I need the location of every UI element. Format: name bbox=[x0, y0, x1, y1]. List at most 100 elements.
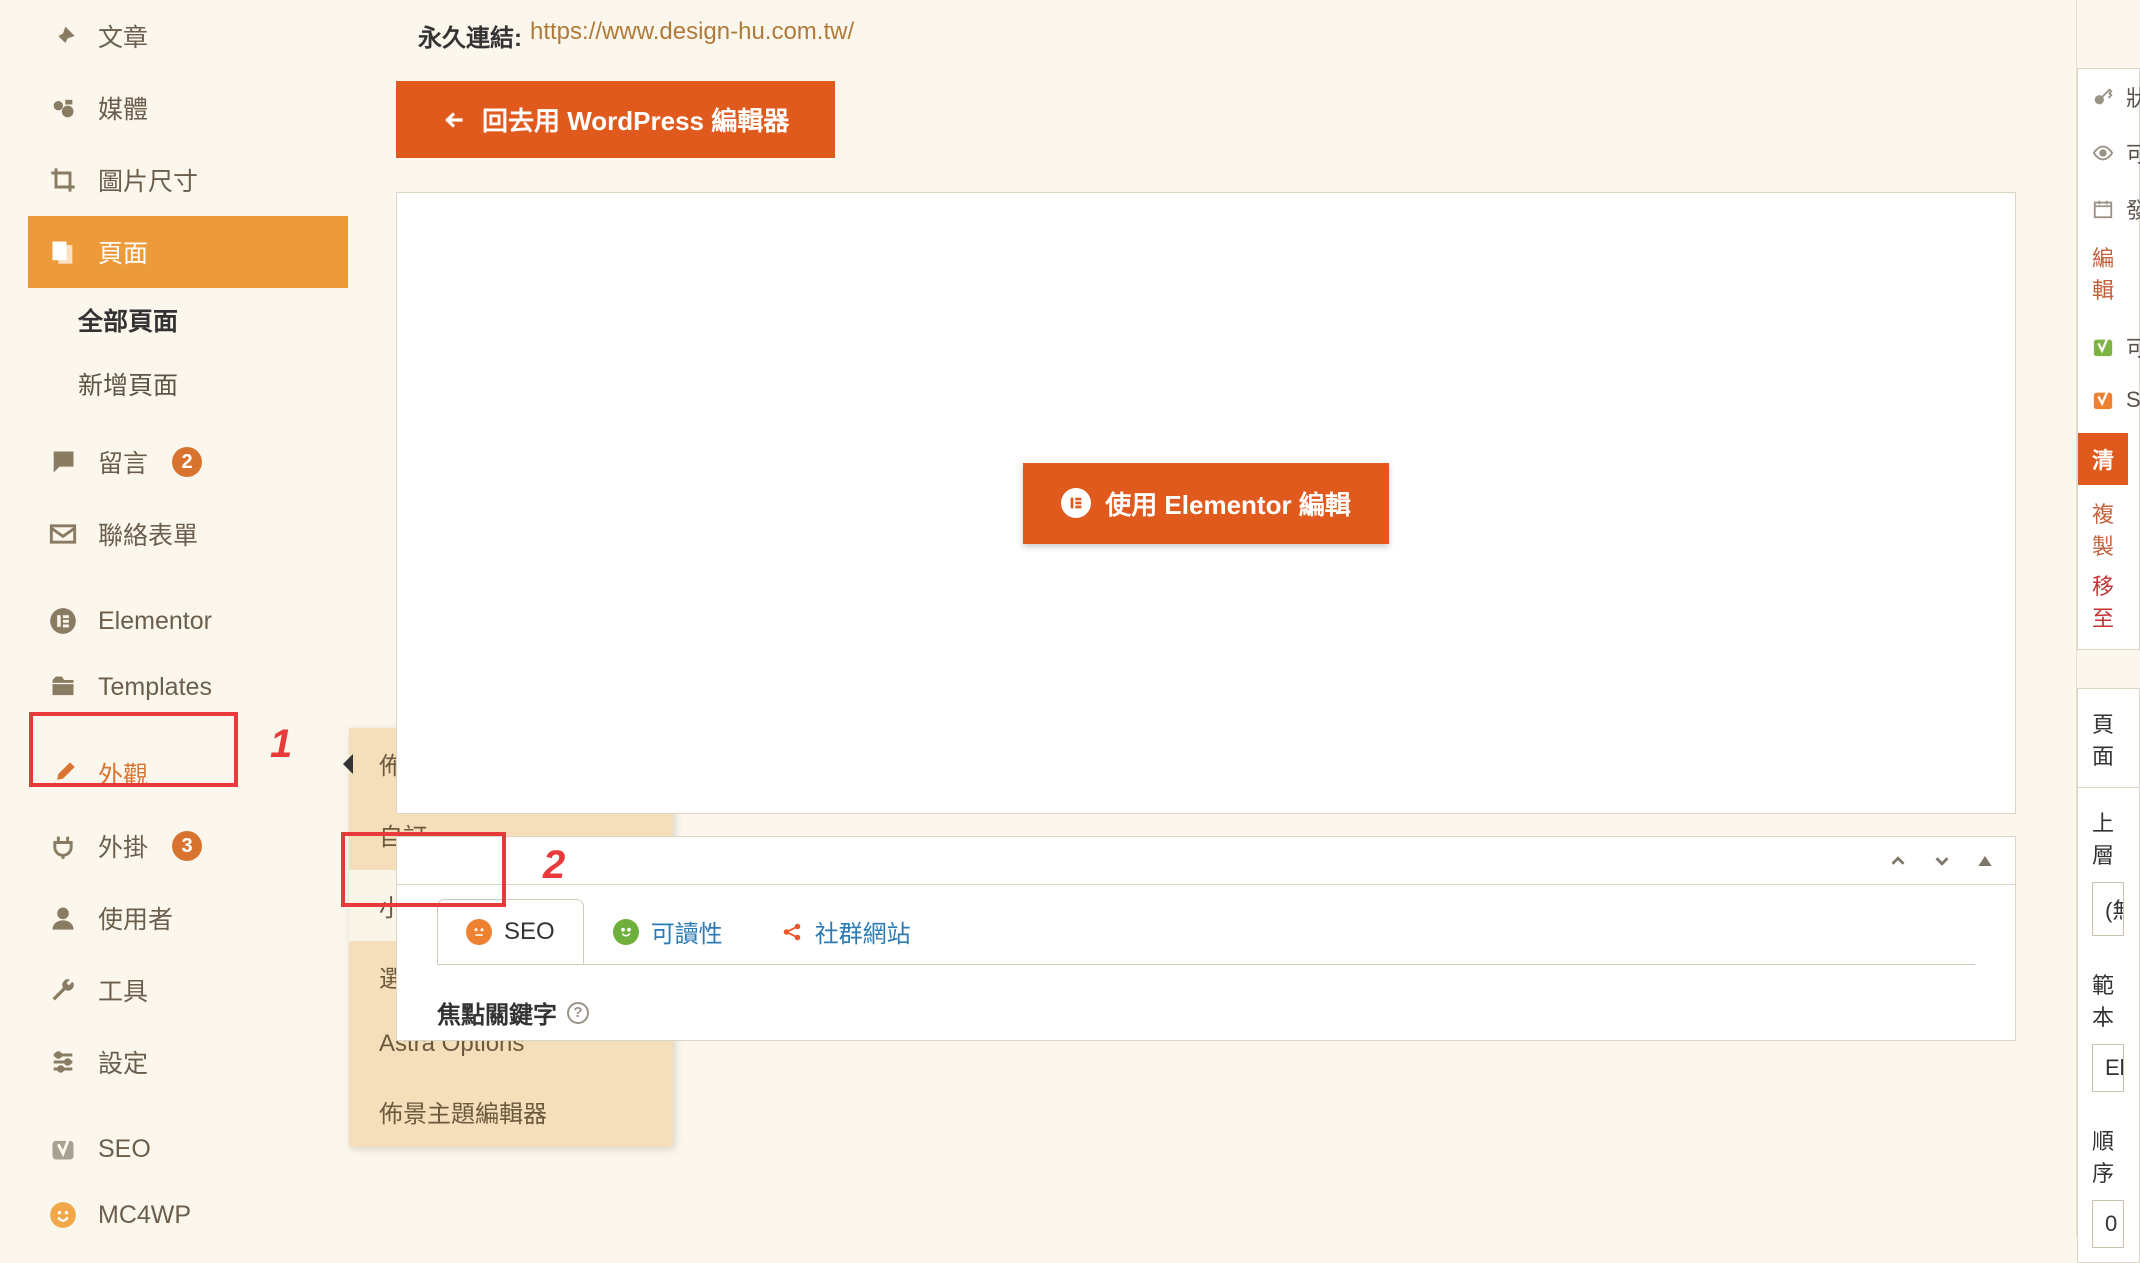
sliders-icon bbox=[48, 1047, 78, 1077]
date-row: 發 bbox=[2078, 181, 2139, 237]
sidebar-item-appearance[interactable]: 外觀 bbox=[28, 738, 348, 810]
seo-tab-label: SEO bbox=[504, 918, 555, 946]
sidebar-item-label: 圖片尺寸 bbox=[98, 162, 198, 198]
sidebar-item-mc4wp[interactable]: MC4WP bbox=[28, 1182, 348, 1248]
sidebar-item-media[interactable]: 媒體 bbox=[28, 72, 348, 144]
seo-tab-seo[interactable]: SEO bbox=[437, 899, 584, 964]
order-label: 順序 bbox=[2078, 1106, 2139, 1192]
help-icon[interactable]: ? bbox=[567, 1002, 589, 1024]
permalink-url[interactable]: https://www.design-hu.com.tw/ bbox=[530, 18, 854, 53]
wrench-icon bbox=[48, 975, 78, 1005]
move-to-trash-link[interactable]: 移至 bbox=[2078, 569, 2139, 649]
seo-panel-header bbox=[397, 837, 2015, 885]
parent-select[interactable]: (無 bbox=[2092, 882, 2124, 936]
edit-date-link[interactable]: 編輯 bbox=[2078, 237, 2139, 319]
sidebar-item-label: 工具 bbox=[98, 972, 148, 1008]
sidebar-item-image-size[interactable]: 圖片尺寸 bbox=[28, 144, 348, 216]
triangle-up-icon[interactable] bbox=[1975, 851, 1995, 871]
edit-with-elementor-button[interactable]: 使用 Elementor 編輯 bbox=[1023, 463, 1389, 544]
sidebar-item-label: MC4WP bbox=[98, 1201, 191, 1230]
submenu-new-page[interactable]: 新增頁面 bbox=[48, 352, 348, 416]
comment-icon bbox=[48, 447, 78, 477]
yoast-readability-row: 可 bbox=[2078, 319, 2139, 375]
sidebar-item-comments[interactable]: 留言 2 bbox=[28, 426, 348, 498]
order-input[interactable]: 0 bbox=[2092, 1200, 2124, 1248]
sidebar-item-settings[interactable]: 設定 bbox=[28, 1026, 348, 1098]
yoast-green-icon bbox=[2092, 336, 2114, 358]
sidebar-item-templates[interactable]: Templates bbox=[28, 654, 348, 720]
sidebar-item-pages[interactable]: 頁面 bbox=[28, 216, 348, 288]
user-icon bbox=[48, 903, 78, 933]
sidebar-item-label: 外掛 bbox=[98, 828, 148, 864]
sidebar-item-label: 聯絡表單 bbox=[98, 516, 198, 552]
publish-box: 狀 可 發 編輯 可 S 清 複製 移至 bbox=[2077, 68, 2140, 650]
sidebar-item-label: 外觀 bbox=[98, 756, 148, 792]
sidebar-item-tools[interactable]: 工具 bbox=[28, 954, 348, 1026]
visibility-row: 可 bbox=[2078, 125, 2139, 181]
yoast-seo-row: S bbox=[2078, 375, 2139, 425]
elementor-button-label: 使用 Elementor 編輯 bbox=[1105, 485, 1351, 522]
right-rail: 狀 可 發 編輯 可 S 清 複製 移至 頁面 上層 (無 範本 Ele 順序 bbox=[2076, 0, 2140, 1236]
comments-badge: 2 bbox=[172, 447, 202, 477]
clear-cache-button[interactable]: 清 bbox=[2078, 433, 2128, 485]
sidebar-item-contact-form[interactable]: 聯絡表單 bbox=[28, 498, 348, 570]
yoast-icon bbox=[48, 1134, 78, 1164]
chevron-up-icon[interactable] bbox=[1887, 850, 1909, 872]
annotation-label-1: 1 bbox=[270, 722, 292, 767]
eye-icon bbox=[2092, 142, 2114, 164]
main-content: 永久連結: https://www.design-hu.com.tw/ 回去用 … bbox=[396, 0, 2016, 1041]
folder-icon bbox=[48, 672, 78, 702]
sidebar-item-plugins[interactable]: 外掛 3 bbox=[28, 810, 348, 882]
copy-link[interactable]: 複製 bbox=[2078, 491, 2139, 569]
brush-icon bbox=[48, 759, 78, 789]
seo-tab-label: 可讀性 bbox=[651, 914, 723, 949]
seo-tab-label: 社群網站 bbox=[815, 914, 911, 949]
clear-cache-row: 清 bbox=[2078, 425, 2139, 491]
pin-icon bbox=[48, 21, 78, 51]
admin-sidebar: 文章 媒體 圖片尺寸 頁面 全部頁面 新增頁面 留言 2 聯絡表單 bbox=[28, 0, 348, 1248]
elementor-badge-icon bbox=[1061, 488, 1091, 518]
permalink-label: 永久連結: bbox=[418, 18, 522, 53]
permalink-row: 永久連結: https://www.design-hu.com.tw/ bbox=[396, 0, 2016, 81]
face-neutral-icon bbox=[466, 919, 492, 945]
seo-tab-social[interactable]: 社群網站 bbox=[752, 899, 940, 964]
parent-label: 上層 bbox=[2078, 788, 2139, 874]
sidebar-item-label: 留言 bbox=[98, 444, 148, 480]
sidebar-item-seo[interactable]: SEO bbox=[28, 1116, 348, 1182]
arrow-left-icon bbox=[442, 107, 468, 133]
plugins-badge: 3 bbox=[172, 831, 202, 861]
sidebar-item-posts[interactable]: 文章 bbox=[28, 0, 348, 72]
mailchimp-icon bbox=[48, 1200, 78, 1230]
pages-icon bbox=[48, 237, 78, 267]
sidebar-item-label: Templates bbox=[98, 673, 212, 702]
sidebar-item-elementor[interactable]: Elementor bbox=[28, 588, 348, 654]
pages-submenu: 全部頁面 新增頁面 bbox=[28, 288, 348, 416]
submenu-all-pages[interactable]: 全部頁面 bbox=[48, 288, 348, 352]
status-row: 狀 bbox=[2078, 69, 2139, 125]
elementor-icon bbox=[48, 606, 78, 636]
page-attributes-box: 頁面 上層 (無 範本 Ele 順序 0 bbox=[2077, 688, 2140, 1263]
back-button-label: 回去用 WordPress 編輯器 bbox=[482, 101, 789, 138]
annotation-label-2: 2 bbox=[543, 843, 565, 888]
camera-icon bbox=[48, 93, 78, 123]
sidebar-item-label: 媒體 bbox=[98, 90, 148, 126]
key-icon bbox=[2092, 86, 2114, 108]
sidebar-item-label: 設定 bbox=[98, 1044, 148, 1080]
flyout-theme-editor[interactable]: 佈景主題編輯器 bbox=[349, 1076, 673, 1147]
sidebar-item-label: Elementor bbox=[98, 607, 212, 636]
sidebar-item-label: 文章 bbox=[98, 18, 148, 54]
crop-icon bbox=[48, 165, 78, 195]
back-to-wordpress-button[interactable]: 回去用 WordPress 編輯器 bbox=[396, 81, 835, 158]
template-label: 範本 bbox=[2078, 950, 2139, 1036]
sidebar-item-label: SEO bbox=[98, 1135, 151, 1164]
focus-keyword-label: 焦點關鍵字 bbox=[437, 995, 557, 1030]
sidebar-item-label: 頁面 bbox=[98, 234, 148, 270]
share-icon bbox=[781, 921, 803, 943]
seo-tab-readability[interactable]: 可讀性 bbox=[584, 899, 752, 964]
template-select[interactable]: Ele bbox=[2092, 1044, 2124, 1092]
sidebar-item-label: 使用者 bbox=[98, 900, 173, 936]
sidebar-item-users[interactable]: 使用者 bbox=[28, 882, 348, 954]
face-smile-icon bbox=[613, 919, 639, 945]
chevron-down-icon[interactable] bbox=[1931, 850, 1953, 872]
focus-keyword-row: 焦點關鍵字 ? bbox=[397, 965, 2015, 1040]
